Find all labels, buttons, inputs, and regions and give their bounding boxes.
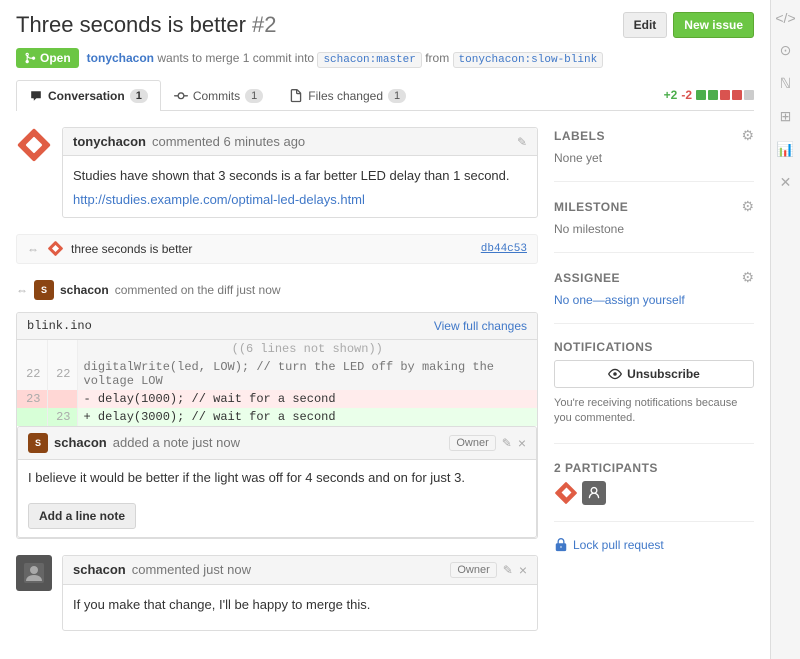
diff-comment-block: ⇔ S schacon commented on the diff just n… xyxy=(16,276,538,539)
head-branch: tonychacon:slow-blink xyxy=(453,52,604,68)
table-row: 23 + delay(3000); // wait for a second xyxy=(17,408,537,426)
diff-table: ((6 lines not shown)) 22 22 digitalWrite… xyxy=(17,340,537,426)
eye-icon xyxy=(608,367,622,381)
commit-sha[interactable]: db44c53 xyxy=(481,243,527,255)
avatar-schacon-small: S xyxy=(34,280,54,300)
base-branch: schacon:master xyxy=(317,52,421,68)
tab-files-changed[interactable]: Files changed 1 xyxy=(276,80,419,111)
diff-expand-row: ((6 lines not shown)) xyxy=(17,340,537,358)
comment-content-2: If you make that change, I'll be happy t… xyxy=(63,585,537,631)
grid-icon[interactable]: ⊞ xyxy=(780,108,792,125)
diff-commit-ref: ⇔ S schacon commented on the diff just n… xyxy=(16,276,538,304)
owner-badge: Owner xyxy=(449,435,495,451)
merge-icon xyxy=(24,52,36,64)
tool-icon[interactable]: ✕ xyxy=(780,174,792,191)
tab-conversation[interactable]: Conversation 1 xyxy=(16,80,161,111)
inline-comment-header: S schacon added a note just now Owner ✎ … xyxy=(18,427,536,460)
comment-content-1: Studies have shown that 3 seconds is a f… xyxy=(63,156,537,217)
table-row: 22 22 digitalWrite(led, LOW); // turn th… xyxy=(17,358,537,390)
avatar-schacon xyxy=(16,555,52,591)
edit-bottom-icon[interactable]: ✎ xyxy=(503,563,513,577)
diff-block-2 xyxy=(708,90,718,100)
tabs: Conversation 1 Commits 1 Files changed 1… xyxy=(16,80,754,111)
milestone-section: Milestone ⚙ No milestone xyxy=(554,198,754,253)
comment-body-1: tonychacon commented 6 minutes ago ✎ Stu… xyxy=(62,127,538,218)
labels-section: Labels ⚙ None yet xyxy=(554,127,754,182)
page-header: Three seconds is better #2 Edit New issu… xyxy=(16,12,754,38)
notifications-section: Notifications Unsubscribe You're receivi… xyxy=(554,340,754,444)
participant-avatar-2 xyxy=(582,481,606,505)
assignee-section: Assignee ⚙ No one—assign yourself xyxy=(554,269,754,324)
commit-ref-line: ⇔ three seconds is better db44c53 xyxy=(16,234,538,264)
milestone-gear-icon[interactable]: ⚙ xyxy=(741,198,754,215)
user-avatar-icon xyxy=(24,563,44,583)
timeline: tonychacon commented 6 minutes ago ✎ Stu… xyxy=(16,127,538,647)
table-row: 23 - delay(1000); // wait for a second xyxy=(17,390,537,408)
owner-badge-2: Owner xyxy=(450,562,496,578)
content-area: tonychacon commented 6 minutes ago ✎ Stu… xyxy=(16,127,754,647)
comment-header-1: tonychacon commented 6 minutes ago ✎ xyxy=(63,128,537,156)
participant-avatar-1 xyxy=(554,481,578,505)
avatar-tonychacon xyxy=(16,127,52,163)
diff-file-header: blink.ino View full changes xyxy=(17,313,537,340)
clock-icon[interactable]: ⊙ xyxy=(780,42,792,59)
diff-stats: +2 -2 xyxy=(664,88,754,102)
view-full-link[interactable]: View full changes xyxy=(434,319,527,333)
diff-block-4 xyxy=(732,90,742,100)
participants-section: 2 participants xyxy=(554,460,754,522)
labels-gear-icon[interactable]: ⚙ xyxy=(741,127,754,144)
status-badge: Open xyxy=(16,48,79,68)
diff-expand-icon: ⇔ xyxy=(27,242,39,256)
unsubscribe-button[interactable]: Unsubscribe xyxy=(554,360,754,388)
comment-tonychacon: tonychacon commented 6 minutes ago ✎ Stu… xyxy=(16,127,538,218)
assignee-gear-icon[interactable]: ⚙ xyxy=(741,269,754,286)
diff-blocks xyxy=(696,90,754,100)
edit-inline-icon[interactable]: ✎ xyxy=(502,436,512,450)
comment-body-2: schacon commented just now Owner ✎ × If … xyxy=(62,555,538,632)
edit-comment-icon[interactable]: ✎ xyxy=(517,135,527,149)
comment-link[interactable]: http://studies.example.com/optimal-led-d… xyxy=(73,192,365,207)
tab-commits[interactable]: Commits 1 xyxy=(161,80,276,111)
code-icon[interactable]: </> xyxy=(775,10,795,26)
diff-block-5 xyxy=(744,90,754,100)
right-sidebar-icons: </> ⊙ ℕ ⊞ 📊 ✕ xyxy=(770,0,800,659)
sidebar: Labels ⚙ None yet Milestone ⚙ No milesto… xyxy=(554,127,754,647)
comment-icon xyxy=(29,89,43,103)
add-line-note-button[interactable]: Add a line note xyxy=(28,503,136,529)
diff-block-3 xyxy=(720,90,730,100)
avatar-schacon-inline: S xyxy=(28,433,48,453)
page-title: Three seconds is better #2 xyxy=(16,12,277,38)
header-buttons: Edit New issue xyxy=(623,12,754,38)
new-issue-button[interactable]: New issue xyxy=(673,12,754,38)
person-icon xyxy=(587,486,601,500)
close-bottom-icon[interactable]: × xyxy=(519,562,527,578)
diff-file-block: blink.ino View full changes ((6 lines no… xyxy=(16,312,538,539)
inline-comment-body: I believe it would be better if the ligh… xyxy=(18,460,536,495)
lock-pr-link[interactable]: Lock pull request xyxy=(554,538,754,552)
close-inline-icon[interactable]: × xyxy=(518,435,526,451)
lock-icon xyxy=(554,538,568,552)
edit-button[interactable]: Edit xyxy=(623,12,668,38)
comment-schacon: schacon commented just now Owner ✎ × If … xyxy=(16,555,538,632)
commit-diamond-icon xyxy=(47,241,63,257)
participants-row xyxy=(554,481,754,505)
assignee-link[interactable]: No one—assign yourself xyxy=(554,293,685,307)
diff-block-1 xyxy=(696,90,706,100)
chart-icon[interactable]: 📊 xyxy=(777,141,794,158)
commits-icon xyxy=(174,89,188,103)
lock-section: Lock pull request xyxy=(554,538,754,568)
diff-author: schacon xyxy=(60,283,109,297)
pr-meta: Open tonychacon wants to merge 1 commit … xyxy=(16,48,754,68)
diff-icon: ⇔ xyxy=(16,283,28,297)
author-link[interactable]: tonychacon xyxy=(87,51,154,65)
github-icon[interactable]: ℕ xyxy=(780,75,791,92)
files-icon xyxy=(289,89,303,103)
comment-header-2: schacon commented just now Owner ✎ × xyxy=(63,556,537,585)
inline-comment: S schacon added a note just now Owner ✎ … xyxy=(17,426,537,538)
